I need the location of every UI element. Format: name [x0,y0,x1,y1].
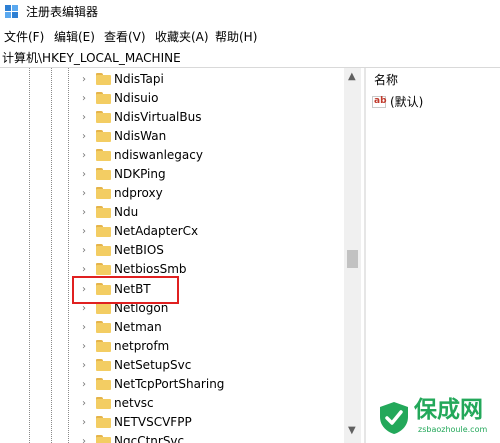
scroll-up-arrow-icon[interactable]: ▲ [348,72,356,82]
expand-chevron-icon[interactable]: › [82,436,92,443]
value-row-default[interactable]: ab (默认) [372,94,500,110]
address-bar[interactable]: 计算机\HKEY_LOCAL_MACHINE [0,49,500,68]
tree-item[interactable]: › NdisTapi [0,70,344,89]
menu-help[interactable]: 帮助(H) [215,29,257,45]
expand-chevron-icon[interactable]: › [82,93,92,104]
expand-chevron-icon[interactable]: › [82,112,92,123]
expand-chevron-icon[interactable]: › [82,398,92,409]
folder-icon [96,73,111,85]
window-title: 注册表编辑器 [26,5,99,19]
folder-icon [96,149,111,161]
expand-chevron-icon[interactable]: › [82,264,92,275]
folder-icon [96,397,111,409]
tree-item[interactable]: › NetAdapterCx [0,222,344,241]
tree-item-label: Ndu [114,205,139,219]
registry-editor-icon [5,5,18,18]
folder-icon [96,111,111,123]
folder-icon [96,168,111,180]
value-name: (默认) [390,95,424,109]
tree-item-label: NETVSCVFPP [114,415,192,429]
tree-item-label: NdisVirtualBus [114,110,202,124]
expand-chevron-icon[interactable]: › [82,74,92,85]
tree-item[interactable]: › ndiswanlegacy [0,146,344,165]
tree-item-label: NetbiosSmb [114,262,187,276]
menu-favorites[interactable]: 收藏夹(A) [155,29,209,45]
tree-item-label: NetSetupSvc [114,358,192,372]
expand-chevron-icon[interactable]: › [82,417,92,428]
tree-item[interactable]: › NetTcpPortSharing [0,375,344,394]
tree-item-label: netprofm [114,339,170,353]
tree-item-label: NDKPing [114,167,166,181]
tree-item-label: NdisTapi [114,72,164,86]
netbt-highlight-box [72,276,179,304]
folder-icon [96,416,111,428]
expand-chevron-icon[interactable]: › [82,360,92,371]
expand-chevron-icon[interactable]: › [82,245,92,256]
tree-item[interactable]: › Ndu [0,203,344,222]
tree-item[interactable]: › NDKPing [0,165,344,184]
tree-item[interactable]: › NETVSCVFPP [0,413,344,432]
tree-item[interactable]: › Ndisuio [0,89,344,108]
menu-edit[interactable]: 编辑(E) [54,29,95,45]
title-bar: 注册表编辑器 [0,0,500,24]
tree-item[interactable]: › NetSetupSvc [0,356,344,375]
tree-item[interactable]: › NetBIOS [0,241,344,260]
watermark-logo: 保成网 zsbaozhoule.com [378,395,500,443]
tree-item-label: Ndisuio [114,91,159,105]
tree-item-label: NgcCtnrSvc [114,434,185,443]
folder-icon [96,244,111,256]
menu-view[interactable]: 查看(V) [104,29,146,45]
expand-chevron-icon[interactable]: › [82,169,92,180]
tree-item[interactable]: › NgcCtnrSvc [0,432,344,443]
tree-item-label: NetAdapterCx [114,224,199,238]
folder-icon [96,130,111,142]
folder-icon [96,187,111,199]
column-header-name[interactable]: 名称 [374,72,398,88]
tree-item-label: NdisWan [114,129,167,143]
tree-item-label: NetTcpPortSharing [114,377,225,391]
shield-logo-icon [380,402,408,434]
expand-chevron-icon[interactable]: › [82,341,92,352]
tree-item[interactable]: › ndproxy [0,184,344,203]
folder-icon [96,225,111,237]
expand-chevron-icon[interactable]: › [82,226,92,237]
folder-icon [96,435,111,443]
expand-chevron-icon[interactable]: › [82,322,92,333]
scroll-down-arrow-icon[interactable]: ▼ [348,426,356,436]
scroll-thumb[interactable] [347,250,358,268]
watermark-title: 保成网 [414,397,483,423]
tree-item[interactable]: › netprofm [0,337,344,356]
tree-item-label: ndproxy [114,186,163,200]
address-path: 计算机\HKEY_LOCAL_MACHINE [2,51,181,65]
tree-vertical-scrollbar[interactable]: ▲ ▼ [344,68,361,443]
expand-chevron-icon[interactable]: › [82,207,92,218]
folder-icon [96,263,111,275]
registry-values-pane: 名称 ab (默认) [366,68,500,443]
string-value-ab-icon: ab [372,96,387,108]
tree-item-label: NetBIOS [114,243,164,257]
tree-item[interactable]: › NdisVirtualBus [0,108,344,127]
menu-file[interactable]: 文件(F) [4,29,44,45]
expand-chevron-icon[interactable]: › [82,150,92,161]
watermark-url: zsbaozhoule.com [418,425,488,434]
tree-item[interactable]: › NdisWan [0,127,344,146]
folder-icon [96,359,111,371]
registry-key-tree: › NdisTapi › Ndisuio › NdisVirtualBus › … [0,68,364,443]
expand-chevron-icon[interactable]: › [82,379,92,390]
tree-item[interactable]: › Netman [0,318,344,337]
tree-item[interactable]: › netvsc [0,394,344,413]
tree-item-label: Netman [114,320,162,334]
folder-icon [96,206,111,218]
tree-item-label: ndiswanlegacy [114,148,203,162]
menu-bar: 文件(F) 编辑(E) 查看(V) 收藏夹(A) 帮助(H) [0,27,500,47]
folder-icon [96,92,111,104]
folder-icon [96,340,111,352]
folder-icon [96,378,111,390]
expand-chevron-icon[interactable]: › [82,188,92,199]
expand-chevron-icon[interactable]: › [82,131,92,142]
expand-chevron-icon[interactable]: › [82,303,92,314]
folder-icon [96,321,111,333]
tree-item-label: netvsc [114,396,154,410]
